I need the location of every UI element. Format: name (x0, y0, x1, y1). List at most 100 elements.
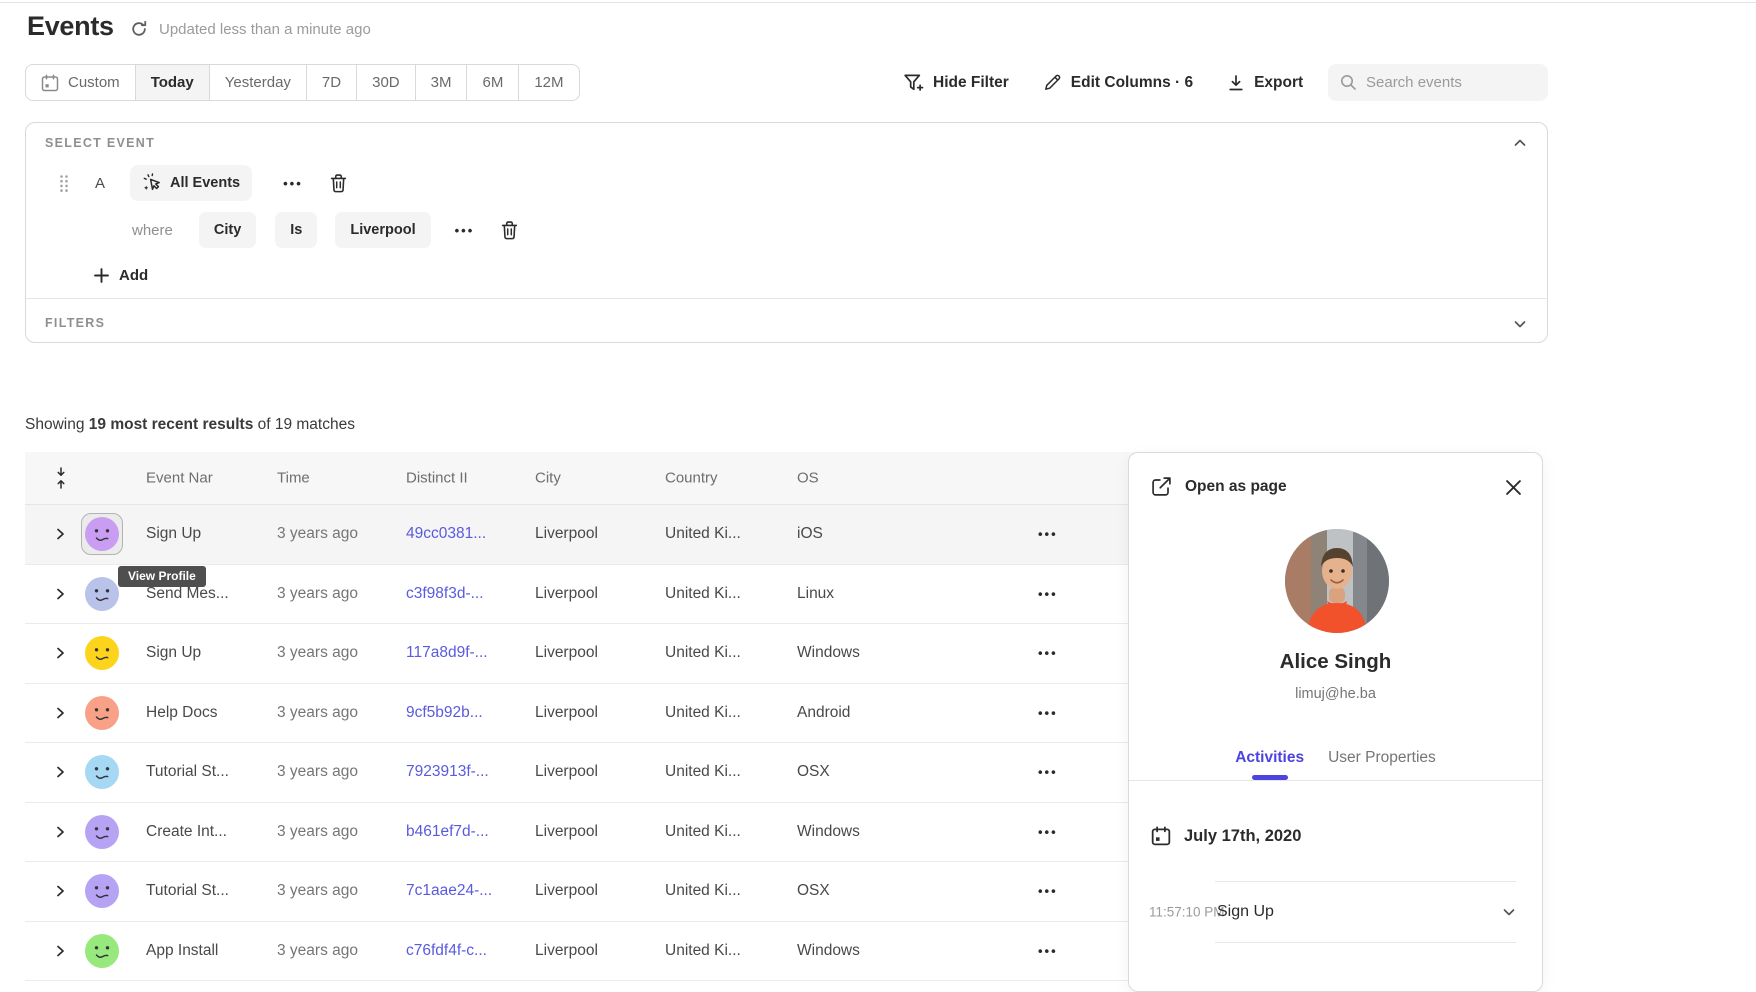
row-more-icon[interactable]: ••• (1038, 824, 1058, 839)
activity-date-header: July 17th, 2020 (1151, 826, 1301, 846)
more-icon[interactable]: ••• (455, 223, 475, 238)
distinct-id-link[interactable]: c3f98f3d-... (406, 585, 484, 603)
tab-30d[interactable]: 30D (356, 65, 415, 100)
chevron-down-icon[interactable] (1513, 317, 1527, 336)
updated-status: Updated less than a minute ago (159, 21, 371, 38)
drag-handle-icon[interactable] (58, 174, 70, 193)
distinct-id-link[interactable]: 7c1aae24-... (406, 882, 492, 900)
table-row[interactable]: Tutorial St... 3 years ago 7923913f-... … (25, 743, 1161, 803)
distinct-id-link[interactable]: 7923913f-... (406, 763, 489, 781)
chevron-down-icon[interactable] (1502, 905, 1516, 919)
distinct-id-link[interactable]: 9cf5b92b... (406, 704, 483, 722)
avatar-face-icon (85, 934, 119, 968)
column-header-city: City (535, 470, 561, 487)
page-title: Events (27, 11, 114, 42)
distinct-id-link[interactable]: 117a8d9f-... (406, 644, 488, 662)
top-divider (0, 2, 1756, 3)
user-avatar[interactable] (85, 874, 119, 908)
user-avatar[interactable] (85, 636, 119, 670)
tab-7d[interactable]: 7D (306, 65, 356, 100)
chevron-up-icon[interactable] (1513, 136, 1527, 155)
edit-columns-button[interactable]: Edit Columns · 6 (1043, 73, 1193, 92)
event-time: 3 years ago (277, 704, 358, 722)
row-more-icon[interactable]: ••• (1038, 527, 1058, 542)
event-name: Sign Up (146, 525, 201, 543)
tab-12m[interactable]: 12M (518, 65, 578, 100)
row-more-icon[interactable]: ••• (1038, 705, 1058, 720)
distinct-id-link[interactable]: c76fdf4f-c... (406, 942, 487, 960)
calendar-icon (1151, 826, 1171, 846)
tab-activities[interactable]: Activities (1235, 735, 1304, 780)
more-icon[interactable]: ••• (283, 176, 303, 191)
row-more-icon[interactable]: ••• (1038, 646, 1058, 661)
activity-divider (1215, 942, 1516, 943)
table-row[interactable]: Tutorial St... 3 years ago 7c1aae24-... … (25, 862, 1161, 922)
tab-user-properties[interactable]: User Properties (1328, 735, 1436, 780)
user-avatar[interactable] (85, 934, 119, 968)
event-time: 3 years ago (277, 823, 358, 841)
table-row[interactable]: App Install 3 years ago c76fdf4f-c... Li… (25, 922, 1161, 982)
row-more-icon[interactable]: ••• (1038, 586, 1058, 601)
filter-property-chip[interactable]: City (199, 212, 256, 248)
refresh-icon[interactable] (130, 20, 148, 38)
expand-row-chevron[interactable] (55, 647, 66, 660)
tab-custom[interactable]: Custom (26, 65, 135, 100)
hide-filter-button[interactable]: Hide Filter (903, 73, 1009, 92)
trash-icon[interactable] (330, 174, 347, 193)
tab-3m[interactable]: 3M (415, 65, 467, 100)
export-button[interactable]: Export (1227, 74, 1303, 92)
tab-label: Yesterday (225, 74, 291, 91)
expand-row-chevron[interactable] (55, 825, 66, 838)
filter-operator-chip[interactable]: Is (275, 212, 317, 248)
country-cell: United Ki... (665, 823, 741, 841)
city-cell: Liverpool (535, 942, 598, 960)
query-builder-card: SELECT EVENT A All Events ••• where City… (25, 122, 1548, 343)
user-avatar-selected[interactable] (81, 513, 123, 555)
open-as-page-button[interactable]: Open as page (1151, 476, 1287, 497)
user-avatar[interactable] (85, 577, 119, 611)
pencil-icon (1043, 73, 1062, 92)
close-icon[interactable] (1506, 480, 1521, 495)
user-avatar[interactable] (85, 755, 119, 789)
user-avatar[interactable] (85, 815, 119, 849)
date-range-tabs: Custom Today Yesterday 7D 30D 3M 6M 12M (25, 64, 580, 101)
expand-row-chevron[interactable] (55, 587, 66, 600)
activity-row[interactable]: 11:57:10 PM Sign Up (1129, 881, 1542, 942)
event-time: 3 years ago (277, 585, 358, 603)
avatar-face-icon (85, 517, 119, 551)
table-row[interactable]: Sign Up 3 years ago 117a8d9f-... Liverpo… (25, 624, 1161, 684)
expand-row-chevron[interactable] (55, 528, 66, 541)
row-more-icon[interactable]: ••• (1038, 943, 1058, 958)
tab-label: 3M (431, 74, 452, 91)
where-label: where (132, 222, 173, 239)
add-clause-button[interactable]: Add (94, 263, 148, 287)
event-selector-button[interactable]: All Events (130, 165, 252, 201)
table-row[interactable]: Create Int... 3 years ago b461ef7d-... L… (25, 803, 1161, 863)
row-more-icon[interactable]: ••• (1038, 884, 1058, 899)
expand-row-chevron[interactable] (55, 706, 66, 719)
table-row[interactable]: Help Docs 3 years ago 9cf5b92b... Liverp… (25, 684, 1161, 744)
avatar-face-icon (85, 696, 119, 730)
expand-row-chevron[interactable] (55, 944, 66, 957)
tab-today[interactable]: Today (135, 65, 209, 100)
row-more-icon[interactable]: ••• (1038, 765, 1058, 780)
distinct-id-link[interactable]: b461ef7d-... (406, 823, 489, 841)
event-time: 3 years ago (277, 525, 358, 543)
os-cell: iOS (797, 525, 823, 543)
trash-icon[interactable] (501, 221, 518, 240)
collapse-rows-icon[interactable] (55, 467, 67, 489)
profile-email: limuj@he.ba (1129, 686, 1542, 702)
user-avatar[interactable] (85, 696, 119, 730)
country-cell: United Ki... (665, 644, 741, 662)
tab-yesterday[interactable]: Yesterday (209, 65, 306, 100)
filter-value-chip[interactable]: Liverpool (335, 212, 430, 248)
column-header-os: OS (797, 470, 819, 487)
distinct-id-link[interactable]: 49cc0381... (406, 525, 486, 543)
expand-row-chevron[interactable] (55, 766, 66, 779)
search-events-box[interactable] (1328, 64, 1548, 101)
open-as-page-label: Open as page (1185, 478, 1287, 496)
tab-6m[interactable]: 6M (466, 65, 518, 100)
table-row[interactable]: Sign Up 3 years ago 49cc0381... Liverpoo… (25, 505, 1161, 565)
search-input[interactable] (1366, 74, 1536, 91)
expand-row-chevron[interactable] (55, 885, 66, 898)
